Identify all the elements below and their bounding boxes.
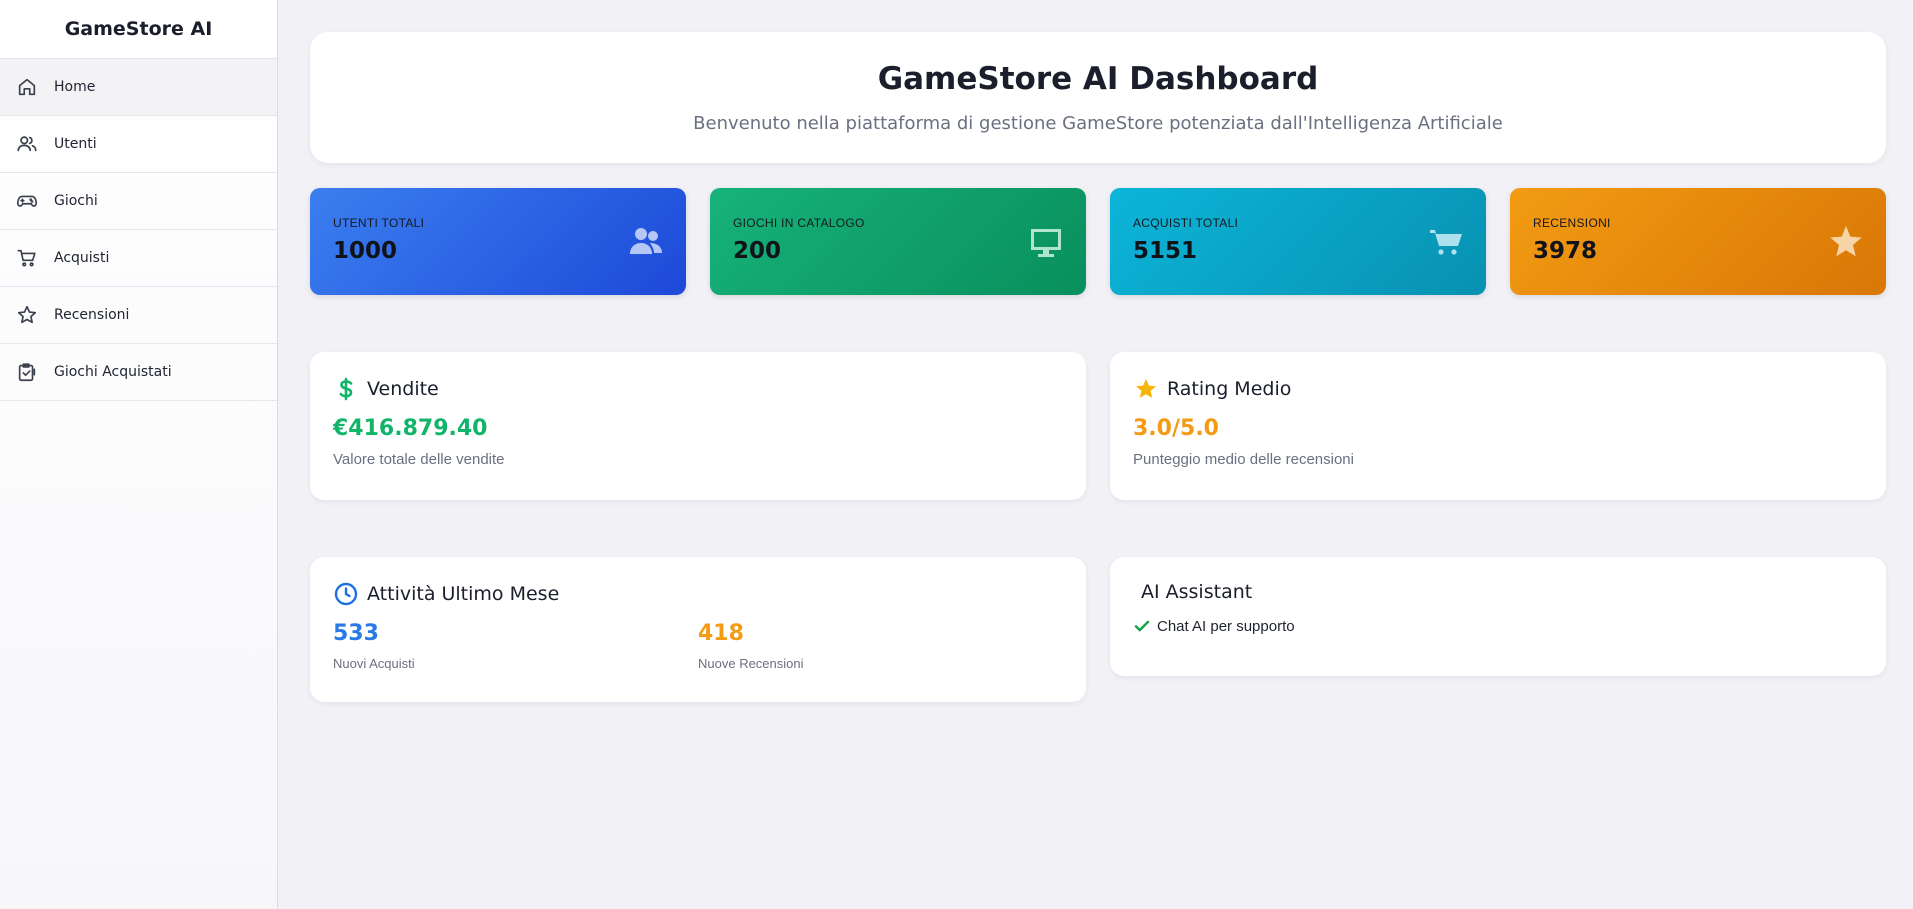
home-icon — [16, 76, 38, 98]
detail-row: Attività Ultimo Mese 533 Nuovi Acquisti … — [310, 557, 1886, 702]
rating-value: 3.0/5.0 — [1133, 416, 1219, 441]
summary-row: Vendite €416.879.40 Valore totale delle … — [310, 352, 1886, 500]
dashboard-header: GameStore AI Dashboard Benvenuto nella p… — [310, 32, 1886, 163]
page-subtitle: Benvenuto nella piattaforma di gestione … — [693, 113, 1503, 134]
check-icon — [1134, 620, 1150, 632]
ai-assistant-card: AI Assistant Chat AI per supporto — [1110, 557, 1886, 676]
dollar-icon — [333, 376, 359, 402]
brand-title[interactable]: GameStore AI — [0, 0, 277, 59]
sales-caption: Valore totale delle vendite — [333, 451, 505, 468]
stat-card-games: GIOCHI IN CATALOGO 200 — [710, 188, 1086, 295]
activity-card: Attività Ultimo Mese 533 Nuovi Acquisti … — [310, 557, 1086, 702]
sidebar-item-utenti[interactable]: Utenti — [0, 116, 277, 173]
sales-card: Vendite €416.879.40 Valore totale delle … — [310, 352, 1086, 500]
new-purchases: 533 Nuovi Acquisti — [333, 621, 698, 671]
assistant-feature-text: Chat AI per supporto — [1157, 617, 1295, 635]
activity-card-title: Attività Ultimo Mese — [333, 581, 1063, 607]
sidebar-item-label: Giochi Acquistati — [54, 364, 172, 380]
sidebar-item-acquisti[interactable]: Acquisti — [0, 230, 277, 287]
sidebar-item-label: Acquisti — [54, 250, 110, 266]
sales-card-title: Vendite — [333, 376, 1063, 402]
sidebar-item-recensioni[interactable]: Recensioni — [0, 287, 277, 344]
sidebar: GameStore AI Home Utenti Giochi Acquisti… — [0, 0, 278, 909]
page-title: GameStore AI Dashboard — [877, 61, 1319, 97]
activity-columns: 533 Nuovi Acquisti 418 Nuove Recensioni — [333, 621, 1063, 671]
rating-card: Rating Medio 3.0/5.0 Punteggio medio del… — [1110, 352, 1886, 500]
monitor-icon — [1028, 224, 1064, 260]
star-icon — [1828, 224, 1864, 260]
cart-icon — [1428, 224, 1464, 260]
main-content: GameStore AI Dashboard Benvenuto nella p… — [310, 32, 1886, 702]
card-title-text: Attività Ultimo Mese — [367, 583, 560, 605]
star-icon — [1133, 376, 1159, 402]
sales-value: €416.879.40 — [333, 416, 488, 441]
sidebar-item-label: Utenti — [54, 136, 97, 152]
clock-icon — [333, 581, 359, 607]
new-reviews-label: Nuove Recensioni — [698, 656, 804, 671]
rating-caption: Punteggio medio delle recensioni — [1133, 451, 1354, 468]
rating-card-title: Rating Medio — [1133, 376, 1863, 402]
clipboard-check-icon — [16, 361, 38, 383]
assistant-feature: Chat AI per supporto — [1133, 617, 1863, 635]
sidebar-item-label: Giochi — [54, 193, 98, 209]
stats-row: UTENTI TOTALI 1000 GIOCHI IN CATALOGO 20… — [310, 188, 1886, 295]
new-reviews: 418 Nuove Recensioni — [698, 621, 1063, 671]
gamepad-icon — [16, 190, 38, 212]
users-icon — [628, 224, 664, 260]
card-title-text: Vendite — [367, 378, 439, 400]
card-title-text: Rating Medio — [1167, 378, 1292, 400]
ai-assistant-title: AI Assistant — [1133, 581, 1863, 603]
sidebar-item-label: Home — [54, 79, 96, 95]
sidebar-item-giochi[interactable]: Giochi — [0, 173, 277, 230]
cart-icon — [16, 247, 38, 269]
card-title-text: AI Assistant — [1141, 581, 1253, 603]
new-reviews-value: 418 — [698, 621, 744, 646]
users-icon — [16, 133, 38, 155]
sidebar-item-giochi-acquistati[interactable]: Giochi Acquistati — [0, 344, 277, 401]
stat-card-users: UTENTI TOTALI 1000 — [310, 188, 686, 295]
sidebar-item-home[interactable]: Home — [0, 59, 277, 116]
stat-card-reviews: RECENSIONI 3978 — [1510, 188, 1886, 295]
star-icon — [16, 304, 38, 326]
new-purchases-label: Nuovi Acquisti — [333, 656, 415, 671]
new-purchases-value: 533 — [333, 621, 379, 646]
stat-card-purchases: ACQUISTI TOTALI 5151 — [1110, 188, 1486, 295]
sidebar-item-label: Recensioni — [54, 307, 130, 323]
